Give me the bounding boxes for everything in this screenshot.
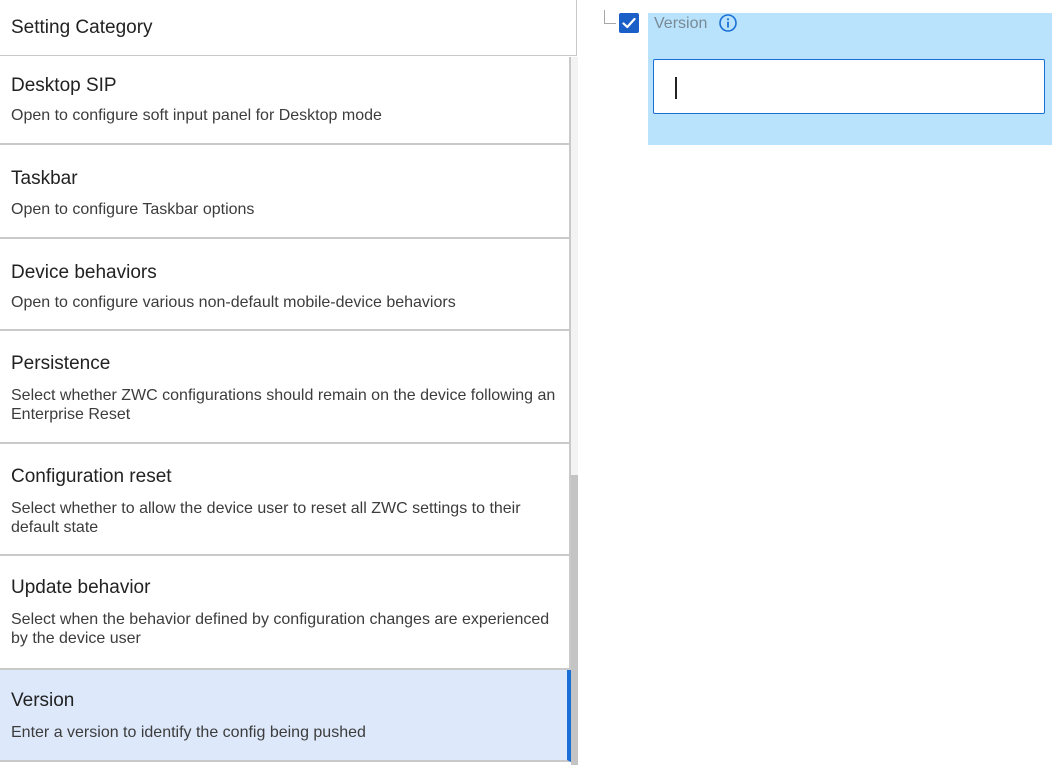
category-item-configuration-reset[interactable]: Configuration reset Select whether to al… (0, 444, 571, 556)
category-title: Device behaviors (11, 262, 157, 283)
version-setting-panel: Version (648, 13, 1052, 145)
panel-header: Setting Category (0, 0, 577, 56)
category-item-persistence[interactable]: Persistence Select whether ZWC configura… (0, 331, 571, 444)
category-description: Select whether to allow the device user … (11, 500, 521, 536)
category-title: Configuration reset (11, 466, 172, 487)
category-description: Select when the behavior defined by conf… (11, 611, 550, 647)
category-title: Update behavior (11, 577, 151, 598)
text-cursor (675, 77, 677, 99)
category-description: Enter a version to identify the config b… (11, 724, 366, 741)
scrollbar-thumb[interactable] (571, 475, 578, 765)
version-input[interactable] (653, 59, 1045, 114)
scrollbar-track[interactable] (571, 57, 578, 765)
category-title: Desktop SIP (11, 75, 117, 96)
category-item-taskbar[interactable]: Taskbar Open to configure Taskbar option… (0, 145, 571, 239)
category-item-desktop-sip[interactable]: Desktop SIP Open to configure soft input… (0, 57, 571, 145)
category-item-version[interactable]: Version Enter a version to identify the … (0, 670, 571, 762)
app-root: Setting Category Desktop SIP Open to con… (0, 0, 1058, 765)
category-description: Open to configure soft input panel for D… (11, 107, 382, 124)
version-checkbox[interactable] (619, 13, 639, 33)
tree-connector-line (604, 10, 616, 24)
category-title: Taskbar (11, 168, 78, 189)
category-item-device-behaviors[interactable]: Device behaviors Open to configure vario… (0, 239, 571, 331)
category-description: Open to configure Taskbar options (11, 201, 255, 218)
info-icon[interactable] (718, 13, 738, 33)
category-item-update-behavior[interactable]: Update behavior Select when the behavior… (0, 556, 571, 670)
category-description: Select whether ZWC configurations should… (11, 387, 556, 423)
category-title: Persistence (11, 353, 111, 374)
category-description: Open to configure various non-default mo… (11, 294, 456, 311)
category-title: Version (11, 690, 75, 711)
category-list: Desktop SIP Open to configure soft input… (0, 57, 571, 762)
version-setting-label: Version (654, 15, 708, 32)
panel-header-title: Setting Category (11, 17, 153, 38)
setting-category-panel: Setting Category Desktop SIP Open to con… (0, 0, 578, 765)
checkmark-icon (622, 17, 636, 29)
